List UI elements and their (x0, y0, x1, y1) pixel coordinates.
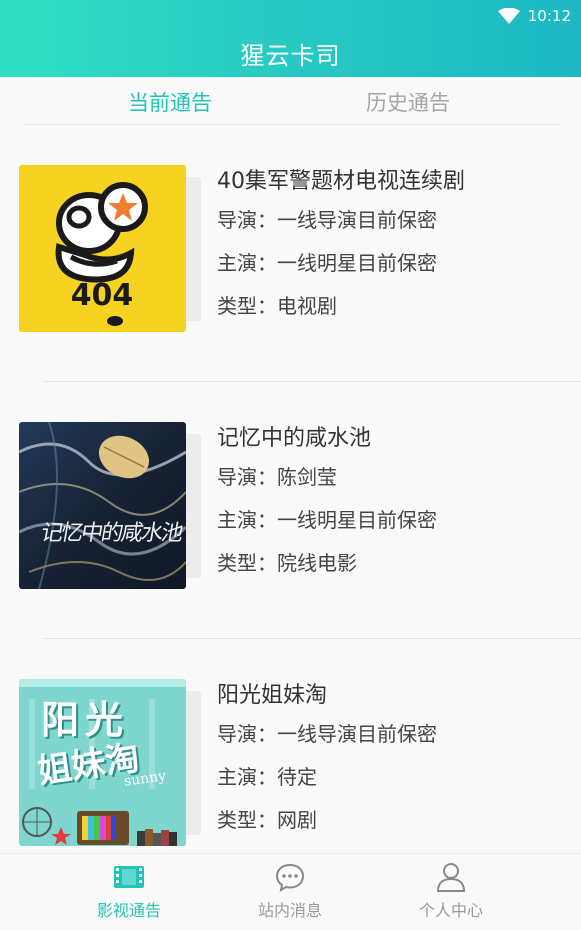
poster-shadow (185, 177, 201, 321)
chat-bubble-icon (275, 863, 305, 892)
poster-shadow (185, 691, 201, 835)
nav-profile[interactable]: 个人中心 (391, 854, 511, 930)
list-item[interactable]: 阳光 姐妹淘 sunny 阳光姐妹淘 导演：一线导演目前保密 主演：待定 类型：… (0, 639, 581, 853)
item-info: 阳光姐妹淘 导演：一线导演目前保密 主演：待定 类型：网剧 (217, 679, 437, 842)
item-cast: 主演：一线明星目前保密 (217, 508, 437, 532)
status-time: 10:12 (527, 7, 571, 25)
list-item[interactable]: 记忆中的咸水池 记忆中的咸水池 导演：陈剑莹 主演：一线明星目前保密 类型：院线… (0, 382, 581, 639)
poster-container: 404 (19, 165, 201, 332)
nav-messages[interactable]: 站内消息 (230, 854, 350, 930)
notice-tabs: 当前通告 历史通告 (0, 77, 581, 125)
item-title[interactable]: 40集军警题材电视连续剧 (217, 165, 465, 199)
nav-film-notices[interactable]: 影视通告 (69, 854, 189, 930)
poster-image[interactable]: 404 (19, 165, 186, 332)
item-type: 类型：网剧 (217, 808, 317, 832)
item-type: 类型：院线电影 (217, 551, 357, 575)
nav-label: 影视通告 (96, 901, 161, 920)
monkey-logo-icon: 404 (19, 165, 186, 332)
marble-poster-art (19, 422, 186, 589)
item-title[interactable]: 记忆中的咸水池 (217, 422, 437, 456)
poster-image[interactable]: 阳光 姐妹淘 sunny (19, 679, 186, 846)
status-bar: 10:12 (497, 4, 571, 28)
item-cast: 主演：待定 (217, 765, 317, 789)
page-title: 猩云卡司 (240, 42, 341, 70)
item-cast: 主演：一线明星目前保密 (217, 251, 437, 275)
wifi-icon (497, 8, 520, 24)
item-director: 导演：一线导演目前保密 (217, 208, 437, 232)
nav-label: 站内消息 (257, 901, 322, 920)
tab-current-notices[interactable]: 当前通告 (128, 87, 212, 117)
notice-list[interactable]: 404 40集军警题材电视连续剧 导演：一线导演目前保密 主演：一线明星目前保密… (0, 125, 581, 853)
tab-history-notices[interactable]: 历史通告 (366, 87, 450, 117)
item-info: 40集军警题材电视连续剧 导演：一线导演目前保密 主演：一线明星目前保密 类型：… (217, 165, 465, 328)
list-item[interactable]: 404 40集军警题材电视连续剧 导演：一线导演目前保密 主演：一线明星目前保密… (0, 125, 581, 382)
poster-container: 记忆中的咸水池 (19, 422, 201, 589)
item-director: 导演：陈剑莹 (217, 465, 337, 489)
poster-shadow (185, 434, 201, 578)
svg-text:404: 404 (71, 278, 134, 313)
film-icon (114, 866, 144, 888)
person-icon (436, 863, 466, 892)
item-title[interactable]: 阳光姐妹淘 (217, 679, 437, 713)
poster-image[interactable]: 记忆中的咸水池 (19, 422, 186, 589)
app-header: 10:12 猩云卡司 (0, 0, 581, 77)
poster-container: 阳光 姐妹淘 sunny (19, 679, 201, 846)
bottom-nav: 影视通告 站内消息 个人中心 (0, 853, 581, 930)
item-type: 类型：电视剧 (217, 294, 337, 318)
nav-label: 个人中心 (418, 901, 483, 920)
poster-title-text: 记忆中的咸水池 (38, 521, 184, 546)
item-info: 记忆中的咸水池 导演：陈剑莹 主演：一线明星目前保密 类型：院线电影 (217, 422, 437, 585)
item-director: 导演：一线导演目前保密 (217, 722, 437, 746)
